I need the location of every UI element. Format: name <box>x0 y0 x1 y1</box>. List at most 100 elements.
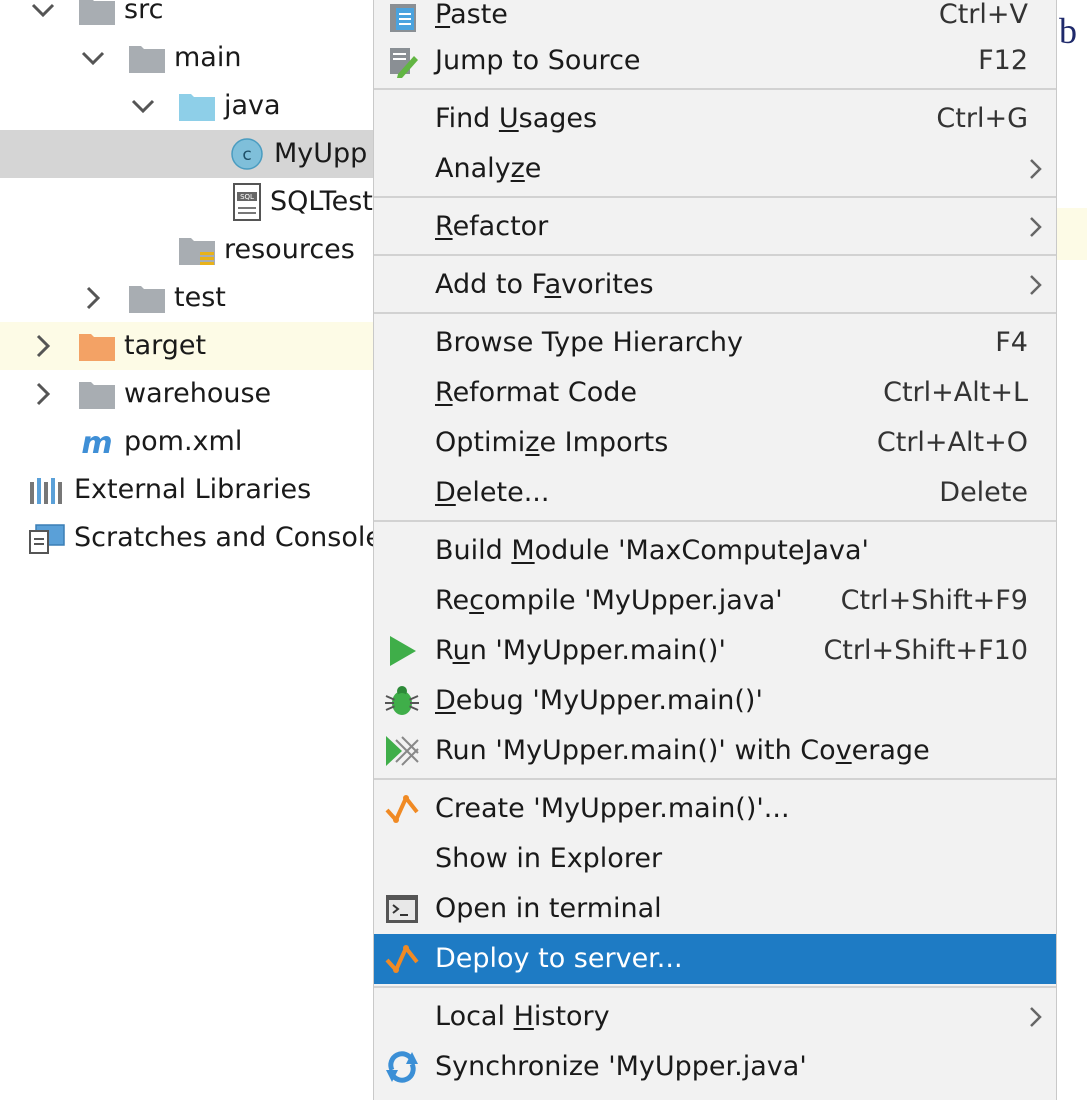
menu-item-delete[interactable]: Delete... Delete <box>374 468 1056 518</box>
menu-item-label: Find Usages <box>435 103 598 134</box>
tree-item-label: test <box>174 282 226 313</box>
tree-item-label: warehouse <box>124 378 272 409</box>
menu-item-synchronize[interactable]: Synchronize 'MyUpper.java' <box>374 1042 1056 1092</box>
editor-text: b <box>1059 11 1077 51</box>
menu-item-deploy-to-server[interactable]: Deploy to server... <box>374 934 1056 984</box>
submenu-arrow-icon <box>1030 159 1042 179</box>
editor-current-line <box>1057 208 1087 260</box>
menu-separator <box>374 196 1056 198</box>
menu-item-browse-type-hierarchy[interactable]: Browse Type Hierarchy F4 <box>374 318 1056 368</box>
menu-item-create[interactable]: Create 'MyUpper.main()'... <box>374 784 1056 834</box>
menu-item-label: Show in Explorer <box>435 843 663 874</box>
tree-item-java[interactable]: java <box>0 82 374 130</box>
menu-item-label: Reformat Code <box>435 377 637 408</box>
menu-item-label: Add to Favorites <box>435 269 654 300</box>
menu-item-label: Optimize Imports <box>435 427 669 458</box>
editor-area[interactable]: b <box>1057 0 1087 1086</box>
menu-item-paste[interactable]: Paste Ctrl+V <box>374 0 1056 40</box>
menu-item-label: Jump to Source <box>435 45 641 76</box>
chevron-down-icon[interactable] <box>128 82 158 130</box>
source-folder-icon <box>179 94 215 121</box>
submenu-arrow-icon <box>1030 1007 1042 1027</box>
menu-separator <box>374 254 1056 256</box>
shortcut-label: F4 <box>995 327 1028 358</box>
shortcut-label: Delete <box>939 477 1028 508</box>
menu-item-recompile[interactable]: Recompile 'MyUpper.java' Ctrl+Shift+F9 <box>374 576 1056 626</box>
tree-item-test[interactable]: test <box>0 274 374 322</box>
tree-item-label: pom.xml <box>124 426 243 457</box>
tree-item-label: main <box>174 42 242 73</box>
menu-item-local-history[interactable]: Local History <box>374 992 1056 1042</box>
menu-item-find-usages[interactable]: Find Usages Ctrl+G <box>374 94 1056 144</box>
scratches-icon <box>29 524 65 554</box>
menu-item-run-with-coverage[interactable]: Run 'MyUpper.main()' with Coverage <box>374 726 1056 776</box>
menu-item-run[interactable]: Run 'MyUpper.main()' Ctrl+Shift+F10 <box>374 626 1056 676</box>
menu-item-label: Deploy to server... <box>435 943 683 974</box>
tree-item-warehouse[interactable]: warehouse <box>0 370 374 418</box>
menu-item-add-to-favorites[interactable]: Add to Favorites <box>374 260 1056 310</box>
menu-item-label: Refactor <box>435 211 549 242</box>
menu-item-label: Build Module 'MaxComputeJava' <box>435 535 869 566</box>
tree-item-label: src <box>124 0 164 25</box>
menu-item-reformat-code[interactable]: Reformat Code Ctrl+Alt+L <box>374 368 1056 418</box>
edit-source-icon <box>390 48 418 78</box>
tree-item-scratches[interactable]: Scratches and Console <box>0 514 374 562</box>
menu-item-optimize-imports[interactable]: Optimize Imports Ctrl+Alt+O <box>374 418 1056 468</box>
menu-separator <box>374 88 1056 90</box>
tree-item-resources[interactable]: resources <box>0 226 374 274</box>
menu-item-label: Create 'MyUpper.main()'... <box>435 793 790 824</box>
paste-icon <box>390 4 416 32</box>
chevron-down-icon[interactable] <box>28 0 58 34</box>
tree-item-target[interactable]: target <box>0 322 374 370</box>
maven-icon: m <box>81 426 112 458</box>
shortcut-label: Ctrl+Alt+L <box>883 377 1028 408</box>
svg-text:c: c <box>242 145 251 165</box>
tree-item-label: Scratches and Console <box>74 522 374 553</box>
java-class-icon: c <box>231 138 263 170</box>
tree-item-myupper[interactable]: c MyUpp <box>0 130 374 178</box>
svg-text:m: m <box>81 426 112 458</box>
excluded-folder-icon <box>79 334 115 361</box>
shortcut-label: Ctrl+Shift+F10 <box>823 635 1028 666</box>
menu-item-label: Browse Type Hierarchy <box>435 327 743 358</box>
menu-item-label: Paste <box>435 0 508 30</box>
menu-item-open-in-terminal[interactable]: Open in terminal <box>374 884 1056 934</box>
debug-icon <box>385 686 419 715</box>
menu-item-label: Local History <box>435 1001 610 1032</box>
menu-item-analyze[interactable]: Analyze <box>374 144 1056 194</box>
tree-item-sqltest[interactable]: SQL SQLTest <box>0 178 374 226</box>
menu-item-debug[interactable]: Debug 'MyUpper.main()' <box>374 676 1056 726</box>
deploy-icon <box>385 945 419 973</box>
menu-item-refactor[interactable]: Refactor <box>374 202 1056 252</box>
tree-item-main[interactable]: main <box>0 34 374 82</box>
shortcut-label: Ctrl+Alt+O <box>876 427 1028 458</box>
menu-item-build-module[interactable]: Build Module 'MaxComputeJava' <box>374 526 1056 576</box>
project-tree: src main java c MyUpp SQL SQLTest resour… <box>0 0 374 1086</box>
tree-item-src[interactable]: src <box>0 0 374 34</box>
tree-item-label: java <box>224 90 281 121</box>
menu-separator <box>374 312 1056 314</box>
context-menu: Paste Ctrl+V Jump to Source F12 Find Usa… <box>373 0 1057 1100</box>
coverage-icon <box>386 736 419 766</box>
chevron-right-icon[interactable] <box>78 274 108 322</box>
menu-item-show-in-explorer[interactable]: Show in Explorer <box>374 834 1056 884</box>
submenu-arrow-icon <box>1030 217 1042 237</box>
submenu-arrow-icon <box>1030 275 1042 295</box>
shortcut-label: F12 <box>978 45 1028 76</box>
folder-icon <box>79 382 115 409</box>
chevron-right-icon[interactable] <box>28 370 58 418</box>
deploy-icon <box>385 795 419 823</box>
menu-separator <box>374 986 1056 988</box>
tree-item-external-libraries[interactable]: External Libraries <box>0 466 374 514</box>
libraries-icon <box>30 478 62 504</box>
tree-item-label: External Libraries <box>74 474 312 505</box>
menu-item-label: Open in terminal <box>435 893 662 924</box>
sql-file-icon: SQL <box>233 183 261 221</box>
menu-separator <box>374 778 1056 780</box>
menu-item-jump-to-source[interactable]: Jump to Source F12 <box>374 36 1056 86</box>
folder-icon <box>129 286 165 313</box>
chevron-down-icon[interactable] <box>78 34 108 82</box>
tree-item-pom[interactable]: m pom.xml <box>0 418 374 466</box>
chevron-right-icon[interactable] <box>28 322 58 370</box>
tree-item-label: SQLTest <box>270 186 373 217</box>
